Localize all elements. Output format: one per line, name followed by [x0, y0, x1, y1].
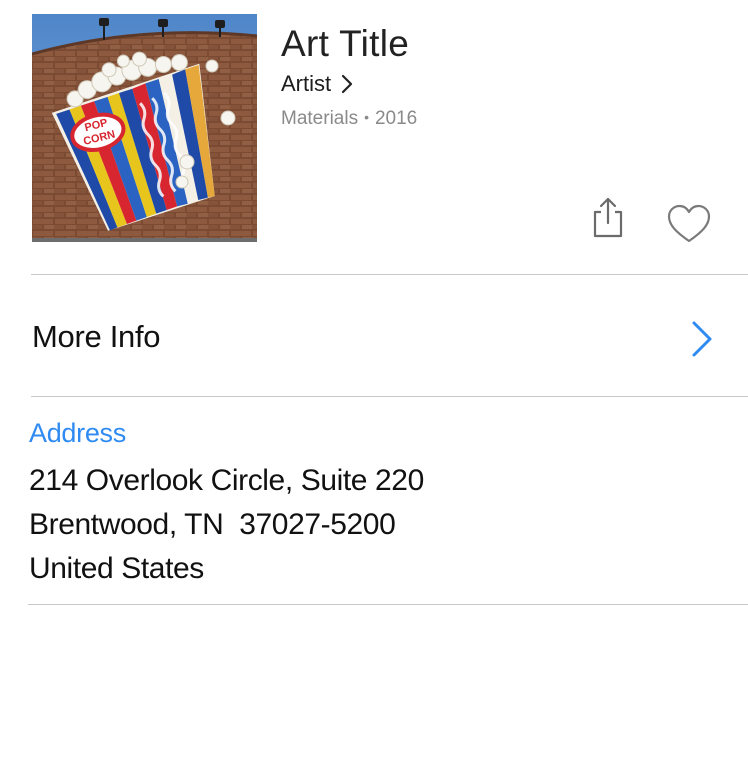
meta-separator: • [364, 109, 369, 125]
chevron-right-icon [690, 319, 714, 359]
share-icon [593, 197, 623, 238]
address-line-3[interactable]: United States [29, 549, 204, 589]
materials-text: Materials [281, 108, 359, 129]
more-info-row[interactable]: More Info [31, 300, 721, 376]
address-line-1[interactable]: 214 Overlook Circle, Suite 220 [29, 461, 424, 501]
divider [28, 604, 748, 605]
chevron-right-icon [341, 74, 353, 94]
artist-label: Artist [281, 71, 332, 96]
year-text: 2016 [374, 108, 418, 129]
address-heading: Address [29, 418, 126, 448]
divider [31, 274, 748, 275]
more-info-label: More Info [32, 319, 161, 354]
artwork-image[interactable]: POP CORN [32, 14, 257, 242]
share-button[interactable] [590, 196, 626, 240]
heart-icon [667, 204, 711, 243]
artwork-meta: Materials • 2016 [281, 104, 417, 132]
artwork-illustration: POP CORN [32, 14, 257, 242]
address-line-2[interactable]: Brentwood, TN 37027-5200 [29, 505, 396, 545]
divider [31, 396, 748, 397]
favorite-button[interactable] [666, 203, 712, 245]
art-title: Art Title [281, 23, 410, 64]
artist-link[interactable]: Artist [281, 70, 353, 98]
